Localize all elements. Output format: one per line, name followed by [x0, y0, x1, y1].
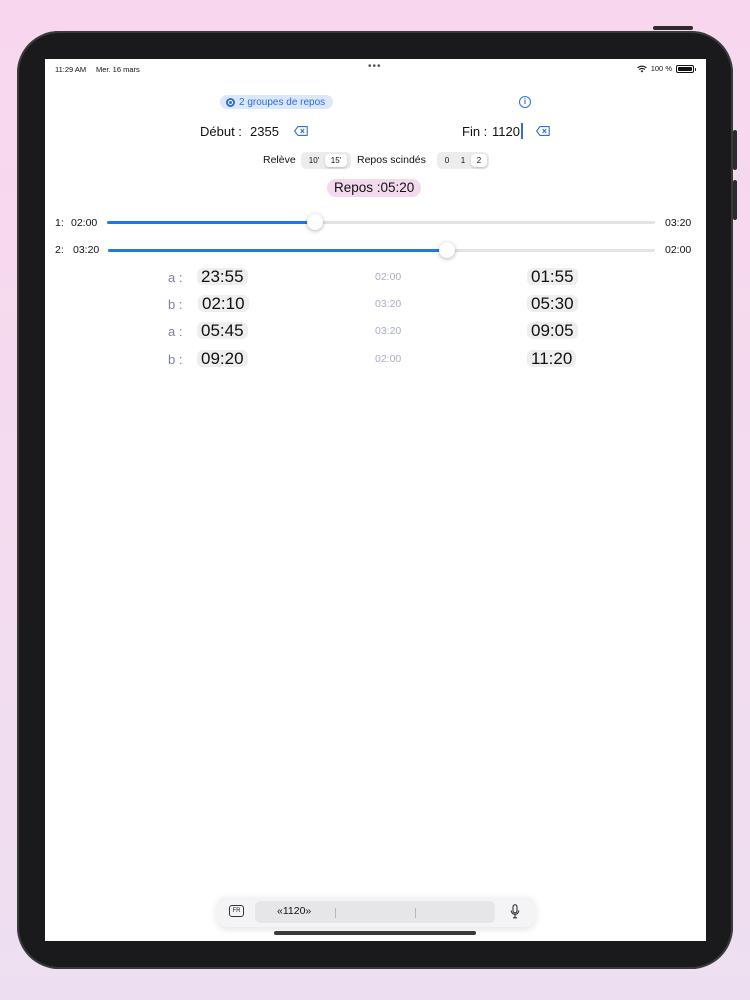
slider-1-fill	[107, 221, 316, 224]
microphone-icon[interactable]	[510, 904, 520, 919]
multitasking-dots[interactable]: •••	[368, 61, 382, 72]
status-bar: 11:29 AM Mer. 16 mars ••• 100 %	[45, 59, 706, 77]
status-date: Mer. 16 mars	[96, 65, 140, 74]
wifi-icon	[636, 65, 647, 72]
releve-option-10[interactable]: 10'	[303, 154, 325, 167]
row-4-end[interactable]: 11:20	[527, 350, 577, 367]
slider-1-index: 1:	[55, 217, 64, 229]
slider-2-right-value: 02:00	[665, 244, 692, 256]
releve-segmented-control[interactable]: 10' 15'	[301, 152, 351, 169]
text-caret	[521, 123, 523, 139]
slider-2-fill	[108, 249, 448, 252]
home-indicator[interactable]	[274, 931, 476, 935]
slider-2-left-value: 03:20	[73, 244, 100, 256]
slider-2-index: 2:	[55, 244, 64, 256]
top-button	[653, 26, 693, 30]
cycle-icon	[226, 97, 235, 107]
row-4-label: b :	[168, 352, 183, 367]
slider-1-right-value: 03:20	[665, 217, 692, 229]
releve-option-15[interactable]: 15'	[325, 154, 347, 167]
info-icon[interactable]: i	[519, 96, 531, 108]
suggestion-strip: «1120»	[255, 901, 495, 923]
row-4-duration: 02:00	[375, 353, 402, 365]
volume-down-button	[733, 180, 737, 220]
row-3-duration: 03:20	[375, 325, 402, 337]
row-3-start[interactable]: 05:45	[197, 322, 248, 339]
slider-2-track[interactable]	[108, 249, 655, 252]
groups-button[interactable]: 2 groupes de repos	[220, 95, 334, 109]
suggestion-item[interactable]: «1120»	[277, 905, 311, 917]
row-2-end[interactable]: 05:30	[527, 295, 578, 312]
repos-total-badge: Repos :05:20	[327, 179, 422, 197]
volume-up-button	[733, 130, 737, 170]
row-2-start[interactable]: 02:10	[198, 295, 249, 312]
screen: 11:29 AM Mer. 16 mars ••• 100 % 2 groupe…	[45, 59, 706, 941]
slider-1-thumb[interactable]	[307, 214, 324, 230]
slider-1-track[interactable]	[107, 221, 655, 224]
row-2-duration: 03:20	[375, 298, 402, 310]
row-3-end[interactable]: 09:05	[527, 322, 578, 339]
row-1-start[interactable]: 23:55	[197, 268, 248, 285]
row-4-start[interactable]: 09:20	[197, 350, 248, 367]
groups-label: 2 groupes de repos	[239, 96, 326, 108]
fin-input[interactable]: 1120	[492, 124, 520, 139]
language-icon[interactable]: FR	[229, 905, 244, 917]
scindes-segmented-control[interactable]: 0 1 2	[437, 152, 489, 169]
status-right: 100 %	[636, 64, 696, 73]
keyboard-shortcut-bar: FR «1120»	[217, 897, 535, 927]
battery-icon	[676, 64, 696, 73]
scindes-option-2[interactable]: 2	[471, 154, 487, 167]
row-2-label: b :	[168, 297, 183, 312]
status-time: 11:29 AM	[55, 65, 87, 74]
battery-percent: 100 %	[650, 64, 672, 73]
row-1-label: a :	[168, 270, 183, 285]
debut-label: Début :	[200, 124, 242, 139]
fin-label: Fin :	[462, 124, 488, 139]
releve-label: Relève	[263, 154, 296, 166]
row-1-duration: 02:00	[375, 271, 402, 283]
slider-1-left-value: 02:00	[71, 217, 98, 229]
scindes-option-1[interactable]: 1	[455, 154, 471, 167]
suggestion-divider	[415, 908, 416, 918]
delete-fin-icon[interactable]	[536, 126, 550, 136]
scindes-option-0[interactable]: 0	[439, 154, 455, 167]
suggestion-divider	[335, 908, 336, 918]
debut-input[interactable]: 2355	[250, 124, 279, 139]
repos-scindes-label: Repos scindés	[357, 154, 426, 166]
delete-debut-icon[interactable]	[294, 126, 308, 136]
row-1-end[interactable]: 01:55	[527, 268, 578, 285]
slider-2-thumb[interactable]	[439, 242, 456, 258]
row-3-label: a :	[168, 324, 183, 339]
